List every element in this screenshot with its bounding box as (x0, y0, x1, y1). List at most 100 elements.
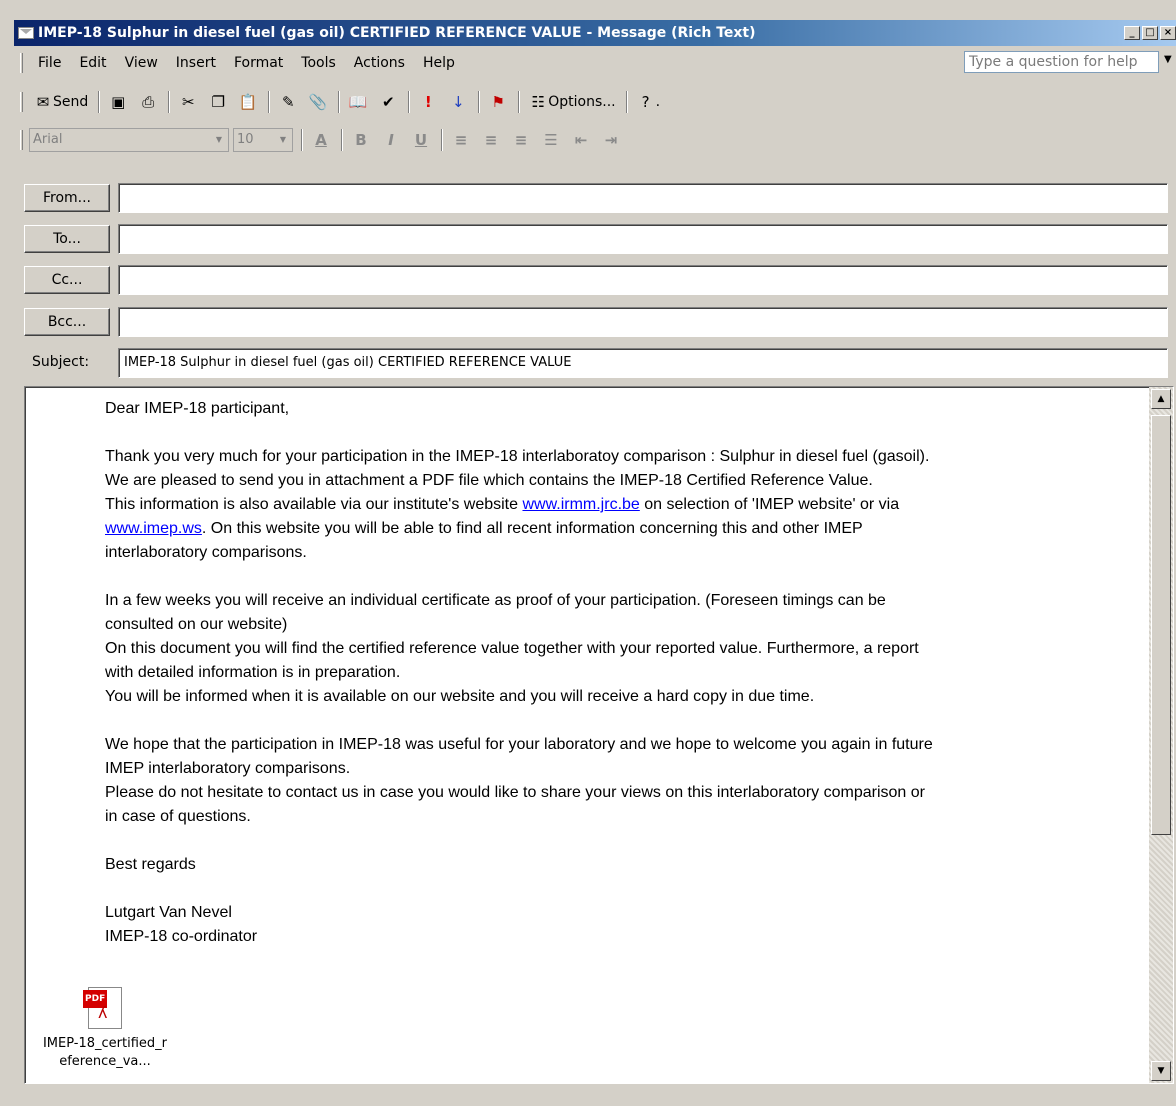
subject-field[interactable]: IMEP-18 Sulphur in diesel fuel (gas oil)… (118, 348, 1168, 378)
minimize-button[interactable]: _ (1124, 26, 1140, 40)
maximize-button[interactable]: □ (1142, 26, 1158, 40)
title-bar: IMEP-18 Sulphur in diesel fuel (gas oil)… (14, 20, 1176, 46)
from-button[interactable]: From... (24, 184, 110, 212)
flag-icon: ⚑ (491, 93, 505, 111)
font-size-select[interactable]: 10 ▼ (233, 128, 293, 152)
irmm-link[interactable]: www.irmm.jrc.be (522, 496, 639, 513)
underline-button[interactable]: U (407, 128, 435, 152)
cut-icon: ✂ (181, 93, 195, 111)
menu-actions[interactable]: Actions (345, 55, 414, 71)
address-book-button[interactable]: 📖 (344, 90, 372, 114)
bcc-button[interactable]: Bcc... (24, 308, 110, 336)
paragraph-line: In a few weeks you will receive an indiv… (105, 592, 886, 609)
toolbar-separator (168, 91, 171, 113)
align-right-button[interactable]: ≡ (507, 128, 535, 152)
scroll-up-button[interactable]: ▲ (1151, 389, 1171, 409)
menu-view[interactable]: View (116, 55, 167, 71)
scroll-down-button[interactable]: ▼ (1151, 1061, 1171, 1081)
check-names-icon: ✔ (381, 93, 395, 111)
attachment-name-line2: eference_va... (59, 1054, 151, 1069)
print-button[interactable]: ⎙ (134, 90, 162, 114)
paragraph-line: Thank you very much for your participati… (105, 448, 930, 465)
cc-field[interactable] (118, 265, 1168, 295)
sender-role: IMEP-18 co-ordinator (105, 928, 258, 945)
underline-icon: U (414, 131, 428, 149)
align-right-icon: ≡ (514, 131, 528, 149)
align-center-button[interactable]: ≡ (477, 128, 505, 152)
pdf-attachment[interactable]: PDF ʎ IMEP-18_certified_r eference_va... (25, 987, 185, 1071)
to-field[interactable] (118, 224, 1168, 254)
chevron-down-icon[interactable]: ▼ (212, 132, 226, 148)
toolbar-separator (301, 129, 303, 151)
to-button[interactable]: To... (24, 225, 110, 253)
check-names-button[interactable]: ✔ (374, 90, 402, 114)
toolbar-grip[interactable] (20, 53, 23, 73)
paragraph-line: Please do not hesitate to contact us in … (105, 784, 925, 801)
menu-file[interactable]: File (29, 55, 70, 71)
save-icon: ▣ (111, 93, 126, 111)
chevron-down-icon[interactable]: ▼ (276, 132, 290, 148)
toolbar-separator (518, 91, 521, 113)
send-icon: ✉ (36, 93, 50, 111)
send-button[interactable]: ✉ Send (29, 90, 92, 114)
italic-icon: I (388, 131, 394, 149)
paragraph-line: This information is also available via o… (105, 496, 900, 513)
from-field[interactable] (118, 183, 1168, 213)
cc-button[interactable]: Cc... (24, 266, 110, 294)
paragraph-line: IMEP interlaboratory comparisons. (105, 760, 351, 777)
message-body[interactable]: Dear IMEP-18 participant, Thank you very… (24, 386, 1174, 1084)
menu-edit[interactable]: Edit (70, 55, 115, 71)
font-color-button[interactable]: A (307, 128, 335, 152)
options-label: Options... (548, 94, 616, 110)
flag-button[interactable]: ⚑ (484, 90, 512, 114)
copy-icon: ❐ (211, 93, 225, 111)
close-button[interactable]: × (1160, 26, 1176, 40)
align-left-button[interactable]: ≡ (447, 128, 475, 152)
menu-insert[interactable]: Insert (167, 55, 225, 71)
increase-indent-button[interactable]: ⇥ (597, 128, 625, 152)
bullets-button[interactable]: ☰ (537, 128, 565, 152)
cut-button[interactable]: ✂ (174, 90, 202, 114)
importance-low-button[interactable]: ↓ (444, 90, 472, 114)
importance-high-button[interactable]: ! (414, 90, 442, 114)
toolbar-grip[interactable] (20, 130, 23, 150)
menu-format[interactable]: Format (225, 55, 292, 71)
attach-button[interactable]: 📎 (304, 90, 332, 114)
attach-icon: 📎 (308, 93, 328, 111)
paste-button[interactable]: 📋 (234, 90, 262, 114)
copy-button[interactable]: ❐ (204, 90, 232, 114)
insert-file-button[interactable]: ✎ (274, 90, 302, 114)
menu-bar: File Edit View Insert Format Tools Actio… (14, 48, 1176, 78)
bold-button[interactable]: B (347, 128, 375, 152)
decrease-indent-button[interactable]: ⇤ (567, 128, 595, 152)
vertical-scrollbar[interactable]: ▲ ▼ (1149, 387, 1173, 1083)
greeting: Dear IMEP-18 participant, (105, 400, 290, 417)
help-button[interactable]: ?. (632, 90, 664, 114)
edit-icon: ✎ (281, 93, 295, 111)
toolbar-separator (341, 129, 343, 151)
menu-tools[interactable]: Tools (292, 55, 345, 71)
standard-toolbar: ✉ Send ▣ ⎙ ✂ ❐ 📋 ✎ 📎 📖 ✔ ! ↓ ⚑ ☷ Options… (14, 86, 1176, 118)
message-text[interactable]: Dear IMEP-18 participant, Thank you very… (105, 397, 1145, 949)
toolbar-grip[interactable] (20, 92, 23, 112)
increase-indent-icon: ⇥ (604, 131, 618, 149)
help-search-input[interactable]: Type a question for help (964, 51, 1159, 73)
closing: Best regards (105, 856, 196, 873)
font-select-value: Arial (33, 132, 63, 147)
italic-button[interactable]: I (377, 128, 405, 152)
scroll-thumb[interactable] (1151, 415, 1171, 835)
toolbar-separator (268, 91, 271, 113)
paragraph-line: We are pleased to send you in attachment… (105, 472, 873, 489)
bcc-field[interactable] (118, 307, 1168, 337)
font-select[interactable]: Arial ▼ (29, 128, 229, 152)
toolbar-separator (478, 91, 481, 113)
toolbar-separator (338, 91, 341, 113)
options-button[interactable]: ☷ Options... (524, 90, 619, 114)
toolbar-separator (441, 129, 443, 151)
chevron-down-icon[interactable]: ▼ (1164, 54, 1172, 65)
menu-help[interactable]: Help (414, 55, 464, 71)
imep-link[interactable]: www.imep.ws (105, 520, 202, 537)
toolbar-separator (408, 91, 411, 113)
save-button[interactable]: ▣ (104, 90, 132, 114)
paragraph-line: in case of questions. (105, 808, 251, 825)
